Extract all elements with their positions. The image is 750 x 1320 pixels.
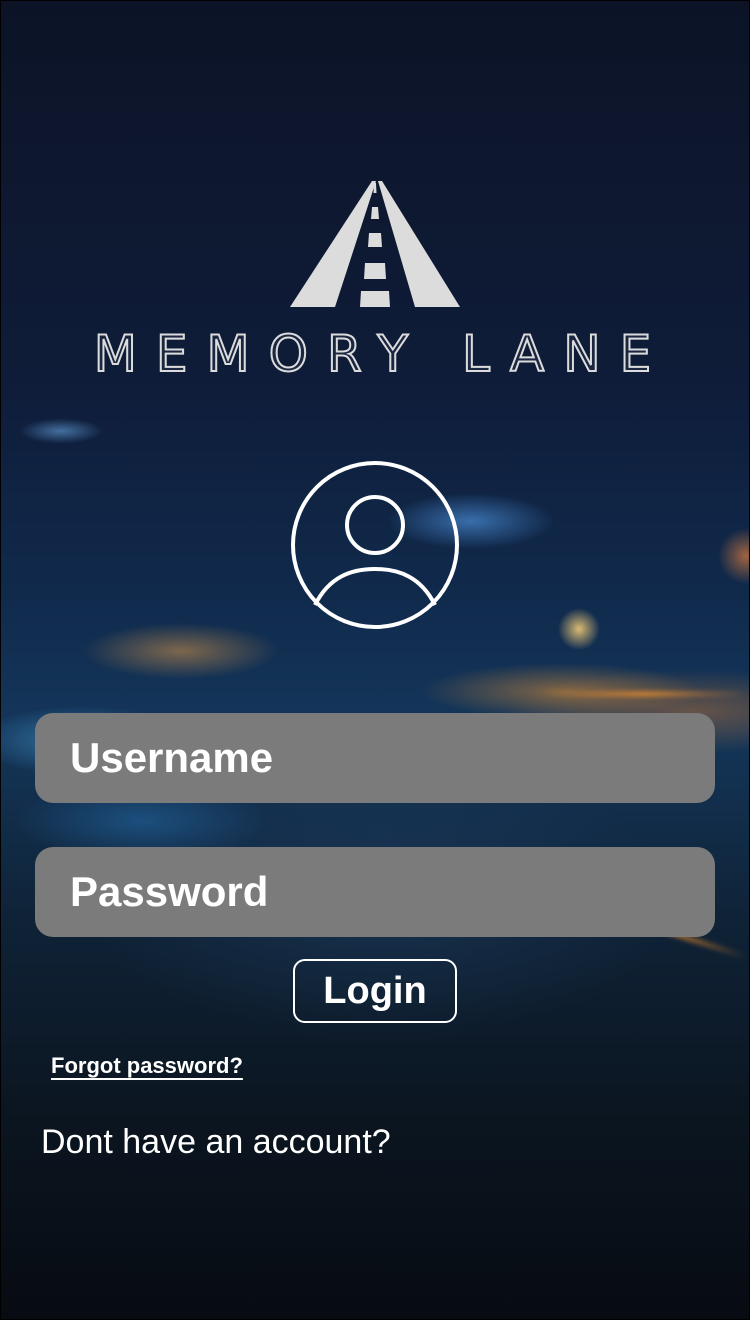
login-button[interactable]: Login — [293, 959, 457, 1023]
forgot-password-link[interactable]: Forgot password? — [51, 1053, 243, 1079]
user-circle-icon — [291, 461, 459, 629]
password-field-container — [35, 847, 715, 937]
username-input[interactable] — [70, 713, 715, 803]
road-icon — [290, 181, 460, 307]
brand-name: MEMORY LANE — [93, 325, 671, 383]
username-field-container — [35, 713, 715, 803]
brand-logo: MEMORY LANE — [1, 181, 749, 383]
login-screen: MEMORY LANE Login Forgot password? Dont … — [0, 0, 750, 1320]
signup-prompt[interactable]: Dont have an account? — [41, 1123, 391, 1162]
password-input[interactable] — [70, 847, 715, 937]
background-light-streak — [541, 691, 749, 697]
